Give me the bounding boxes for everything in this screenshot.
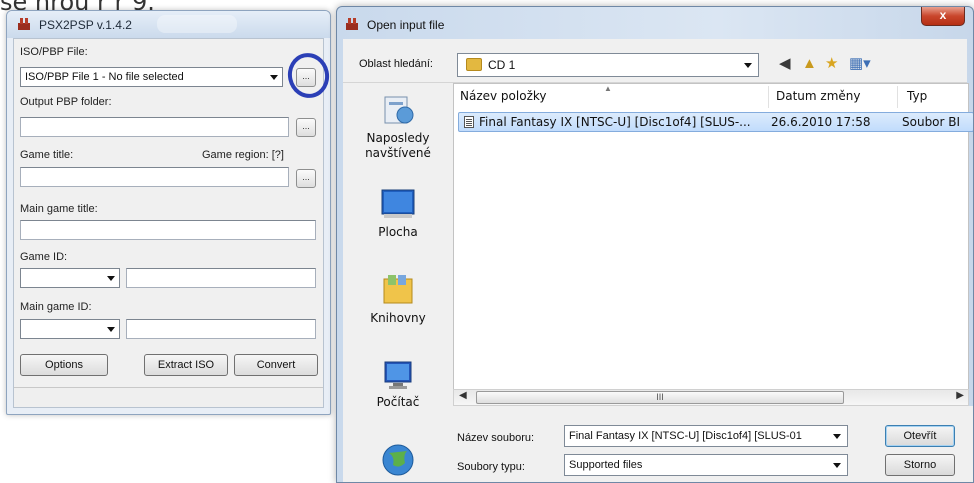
computer-icon[interactable] [381,359,415,393]
app-icon [346,18,358,30]
open-file-dialog: Open input file x Oblast hledání: CD 1 ◀… [336,6,974,483]
folder-icon [466,58,482,71]
options-button[interactable]: Options [20,354,108,376]
chevron-down-icon [744,63,752,68]
column-divider [768,86,769,108]
iso-file-combo[interactable]: ISO/PBP File 1 - No file selected [20,67,283,87]
place-recent[interactable]: Naposledy navštívené [343,131,453,161]
game-id-combo[interactable] [20,268,120,288]
game-region-link[interactable]: Game region: [?] [202,149,284,161]
psx2psp-title: PSX2PSP v.1.4.2 [39,18,132,32]
dialog-bottom-panel: Název souboru: Final Fantasy IX [NTSC-U]… [453,406,973,482]
chevron-down-icon [107,327,115,332]
scroll-right-icon[interactable]: ▶ [956,390,964,401]
look-in-combo[interactable]: CD 1 [457,53,759,77]
main-game-id-input[interactable] [126,319,316,339]
game-id-input[interactable] [126,268,316,288]
places-bar: Naposledy navštívené Plocha Knihovny Poč… [343,83,453,482]
chevron-down-icon [833,463,841,468]
file-name: Final Fantasy IX [NTSC-U] [Disc1of4] [SL… [479,115,751,129]
place-libraries[interactable]: Knihovny [343,311,453,326]
chevron-down-icon [833,434,841,439]
output-folder-label: Output PBP folder: [20,96,112,108]
filename-label: Název souboru: [457,432,535,444]
column-name[interactable]: Název položky [460,89,546,103]
game-title-input[interactable] [20,167,289,187]
sort-arrow-icon: ▲ [604,84,612,93]
filetype-combo[interactable]: Supported files [564,454,848,476]
game-title-label: Game title: [20,149,74,161]
hand-drawn-circle [283,49,330,102]
filename-combo[interactable]: Final Fantasy IX [NTSC-U] [Disc1of4] [SL… [564,425,848,447]
view-menu-icon[interactable]: ▦▾ [849,55,871,73]
convert-button[interactable]: Convert [234,354,318,376]
recent-places-icon[interactable] [381,93,415,127]
dialog-titlebar[interactable]: Open input file x [337,7,973,39]
app-icon [18,18,30,30]
game-id-label: Game ID: [20,251,68,263]
network-icon[interactable] [381,443,415,477]
libraries-icon[interactable] [381,273,415,307]
file-icon [464,116,474,128]
chevron-down-icon [107,276,115,281]
open-button[interactable]: Otevřít [885,425,955,447]
filename-value: Final Fantasy IX [NTSC-U] [Disc1of4] [SL… [569,430,802,442]
file-list: Název položky ▲ Datum změny Typ Final Fa… [453,83,973,398]
scroll-thumb[interactable]: III [476,391,844,404]
psx2psp-titlebar[interactable]: PSX2PSP v.1.4.2 [7,11,330,38]
extract-iso-button[interactable]: Extract ISO [144,354,228,376]
scroll-left-icon[interactable]: ◀ [459,390,467,401]
dialog-title: Open input file [367,18,445,32]
iso-file-value: ISO/PBP File 1 - No file selected [25,71,184,83]
filetype-label: Soubory typu: [457,461,525,473]
main-game-id-combo[interactable] [20,319,120,339]
look-in-value: CD 1 [488,58,516,72]
psx2psp-window: PSX2PSP v.1.4.2 ISO/PBP File: ISO/PBP Fi… [6,10,331,415]
file-type: Soubor BI [902,115,961,129]
screenshot: se nrou r r 9. PSX2PSP v.1.4.2 ISO/PBP F… [0,0,974,483]
iso-file-label: ISO/PBP File: [20,46,88,58]
filetype-value: Supported files [569,459,643,471]
file-row[interactable]: Final Fantasy IX [NTSC-U] [Disc1of4] [SL… [458,112,973,132]
close-button[interactable]: x [921,7,965,26]
game-title-browse-button[interactable]: ... [296,169,316,188]
status-bar [14,387,323,407]
main-game-title-input[interactable] [20,220,316,240]
up-folder-icon[interactable]: ▲ [802,55,817,73]
desktop-icon[interactable] [381,187,415,221]
output-browse-button[interactable]: ... [296,118,316,137]
main-game-title-label: Main game title: [20,203,98,215]
titlebar-glare [157,15,237,33]
chevron-down-icon [270,75,278,80]
place-desktop[interactable]: Plocha [343,225,453,240]
new-folder-icon[interactable]: ★ [825,55,838,73]
place-computer[interactable]: Počítač [343,395,453,410]
main-game-id-label: Main game ID: [20,301,92,313]
cancel-button[interactable]: Storno [885,454,955,476]
column-divider [897,86,898,108]
file-date: 26.6.2010 17:58 [771,115,871,129]
psx2psp-client: ISO/PBP File: ISO/PBP File 1 - No file s… [13,38,330,408]
column-date[interactable]: Datum změny [776,89,861,103]
look-in-bar: Oblast hledání: CD 1 ◀ ▲ ★ ▦▾ [343,39,967,83]
output-folder-input[interactable] [20,117,289,137]
column-type[interactable]: Typ [907,89,927,103]
back-icon[interactable]: ◀ [779,55,791,73]
look-in-label: Oblast hledání: [359,58,433,70]
horizontal-scrollbar[interactable]: ◀ III ▶ [453,389,969,406]
